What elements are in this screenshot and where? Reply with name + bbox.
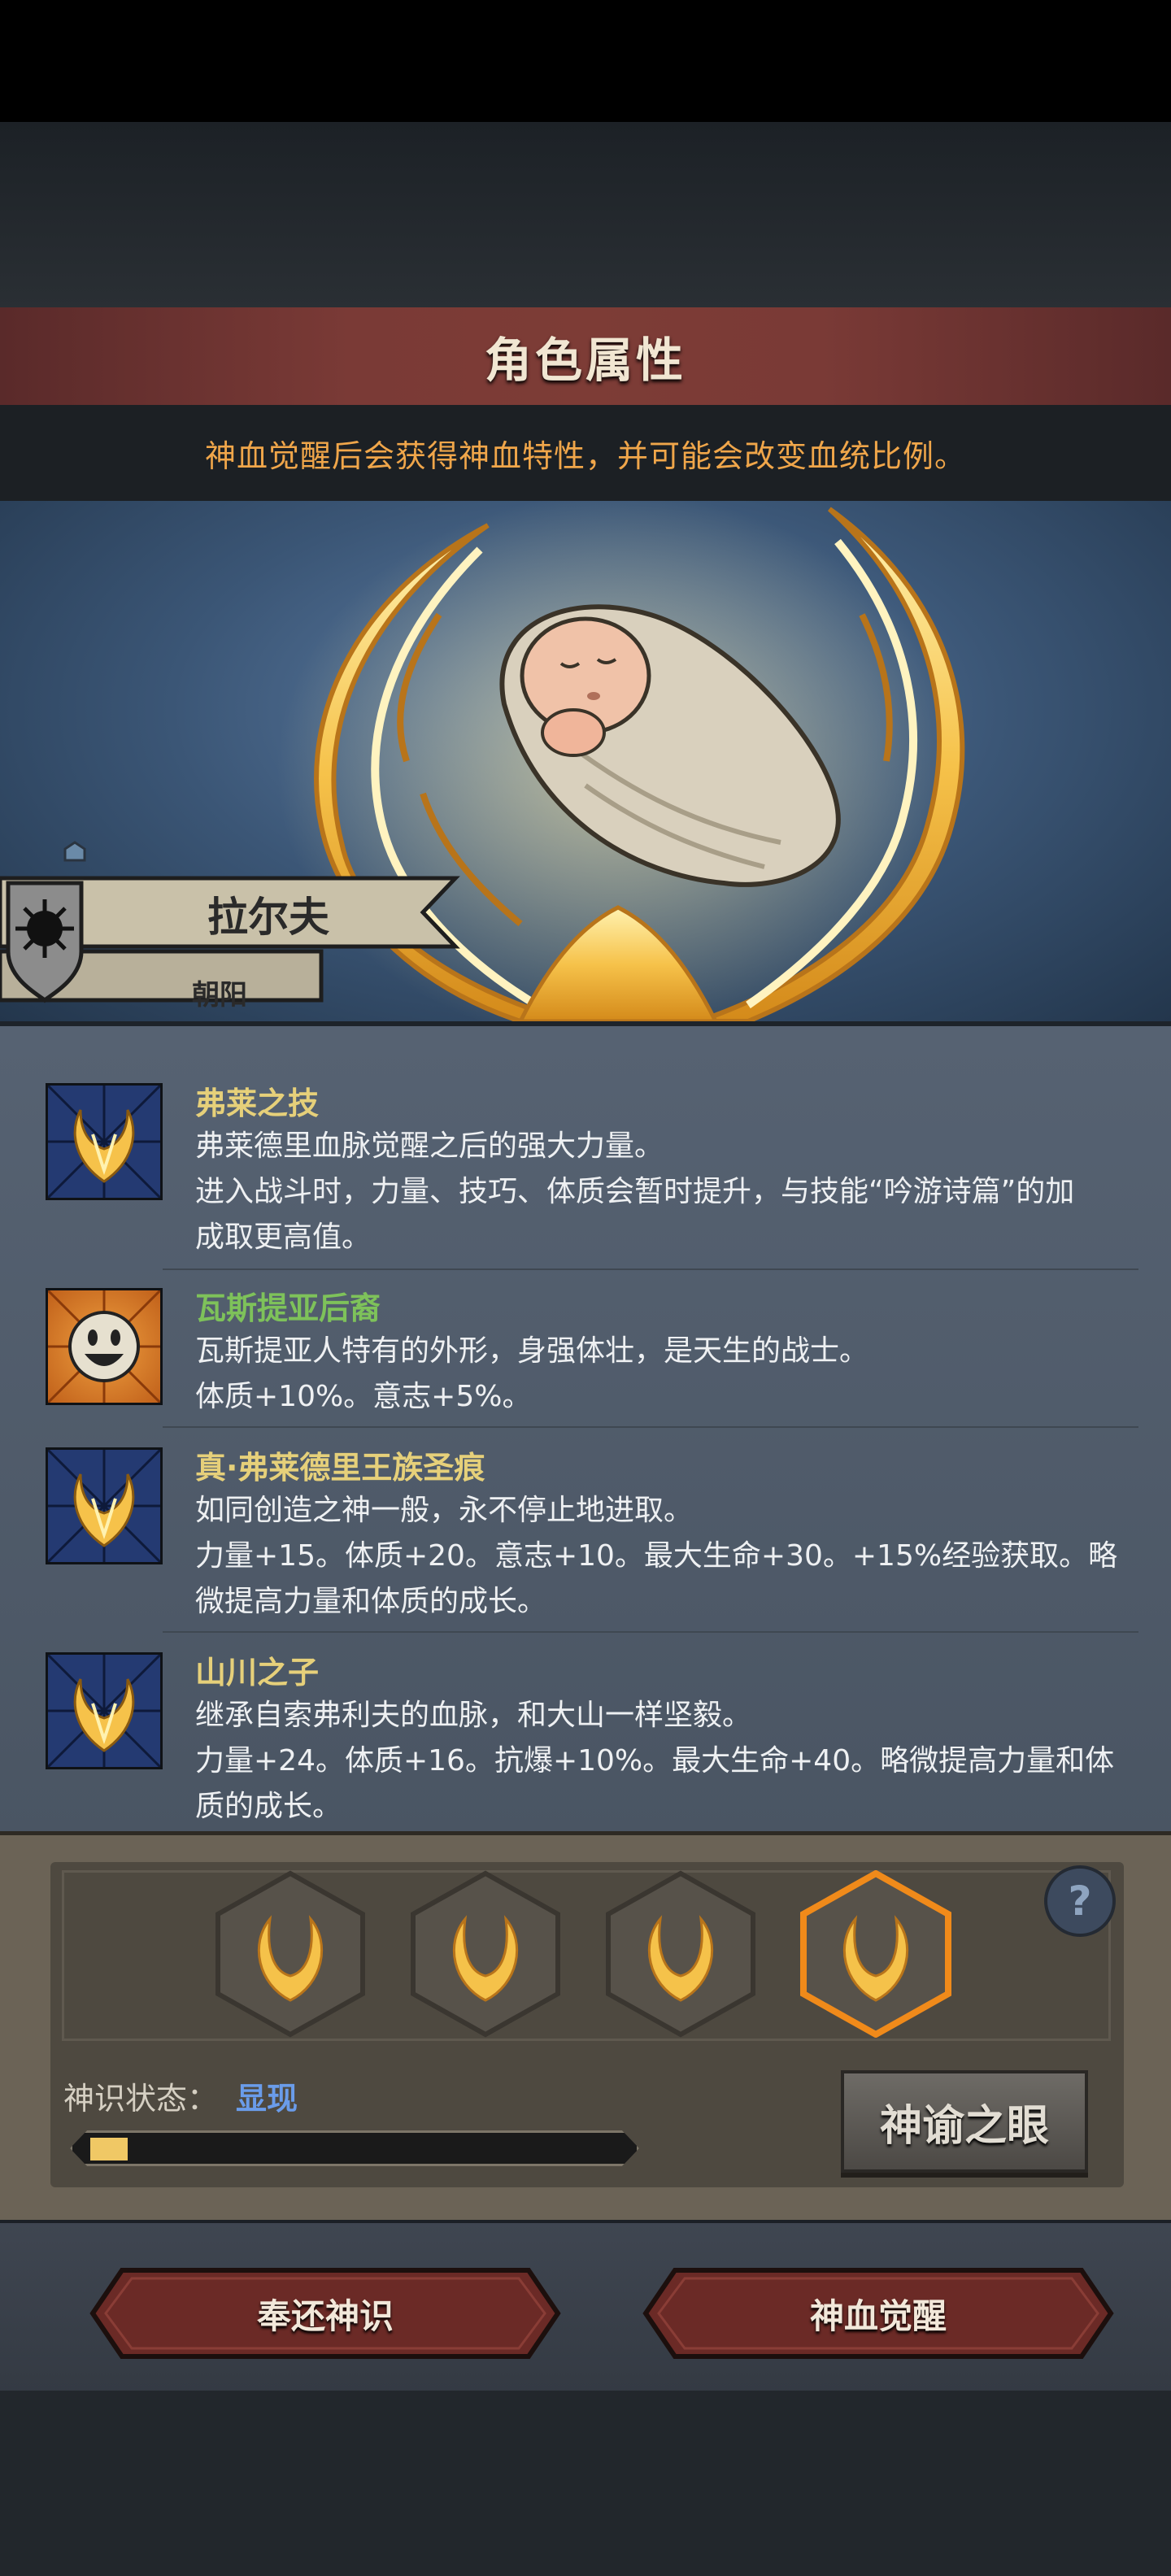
trait-name: 瓦斯提亚后裔 xyxy=(195,1290,381,1326)
top-bar xyxy=(0,0,1171,122)
subtitle-bar: 神血觉醒后会获得神血特性，并可能会改变血统比例。 xyxy=(0,405,1171,501)
trait-name: 山川之子 xyxy=(195,1655,320,1690)
trait-item[interactable]: 瓦斯提亚后裔 瓦斯提亚人特有的外形，身强体壮，是天生的战士。 体质+10%。意志… xyxy=(46,1288,1135,1426)
divider xyxy=(163,1631,1138,1633)
divine-sense-value: 显现 xyxy=(236,2081,298,2117)
trait-description: 继承自索弗利夫的血脉，和大山一样坚毅。 力量+24。体质+16。抗爆+10%。最… xyxy=(195,1699,1115,1823)
divine-slot-3[interactable] xyxy=(603,1870,758,2038)
golden-flame-icon xyxy=(46,1447,163,1564)
trait-description: 弗莱德里血脉觉醒之后的强大力量。 进入战斗时，力量、技巧、体质会暂时提升，与技能… xyxy=(195,1129,1075,1254)
trait-item[interactable]: 弗莱之技 弗莱德里血脉觉醒之后的强大力量。 进入战斗时，力量、技巧、体质会暂时提… xyxy=(46,1083,1135,1262)
trait-description: 如同创造之神一般，永不停止地进取。 力量+15。体质+20。意志+10。最大生命… xyxy=(195,1494,1118,1618)
golden-flame-icon xyxy=(46,1652,163,1769)
golden-flame-icon xyxy=(46,1083,163,1200)
help-button[interactable]: ? xyxy=(1044,1865,1116,1937)
trait-description: 瓦斯提亚人特有的外形，身强体壮，是天生的战士。 体质+10%。意志+5%。 xyxy=(195,1334,869,1413)
return-divine-sense-button[interactable]: 奉还神识 xyxy=(89,2267,561,2360)
title-bar: 角色属性 xyxy=(0,307,1171,407)
divine-slot-4-selected[interactable] xyxy=(799,1869,953,2039)
divider xyxy=(163,1426,1138,1428)
bottom-bar xyxy=(0,2391,1171,2576)
character-name: 拉尔夫 xyxy=(207,894,329,941)
oracle-eye-button[interactable]: 神谕之眼 xyxy=(841,2070,1088,2173)
help-icon: ? xyxy=(1068,1878,1092,1925)
trait-item[interactable]: 山川之子 继承自索弗利夫的血脉，和大山一样坚毅。 力量+24。体质+16。抗爆+… xyxy=(46,1652,1135,1831)
header-backdrop xyxy=(0,122,1171,309)
progress-fill xyxy=(90,2138,128,2160)
subtitle-text: 神血觉醒后会获得神血特性，并可能会改变血统比例。 xyxy=(204,437,966,474)
smiley-face-icon xyxy=(46,1288,163,1405)
divine-slot-2[interactable] xyxy=(408,1870,563,2038)
character-epithet: 朝阳 xyxy=(192,979,247,1012)
trait-item[interactable]: 真·弗莱德里王族圣痕 如同创造之神一般，永不停止地进取。 力量+15。体质+20… xyxy=(46,1447,1135,1626)
divider xyxy=(163,1268,1138,1270)
divine-blood-awaken-button[interactable]: 神血觉醒 xyxy=(642,2267,1114,2360)
divine-sense-progress xyxy=(70,2130,639,2166)
divine-sense-label: 神识状态： xyxy=(63,2081,219,2117)
page-title: 角色属性 xyxy=(484,333,686,388)
trait-name: 真·弗莱德里王族圣痕 xyxy=(195,1450,485,1486)
trait-name: 弗莱之技 xyxy=(195,1086,320,1121)
divine-slot-1[interactable] xyxy=(213,1870,368,2038)
